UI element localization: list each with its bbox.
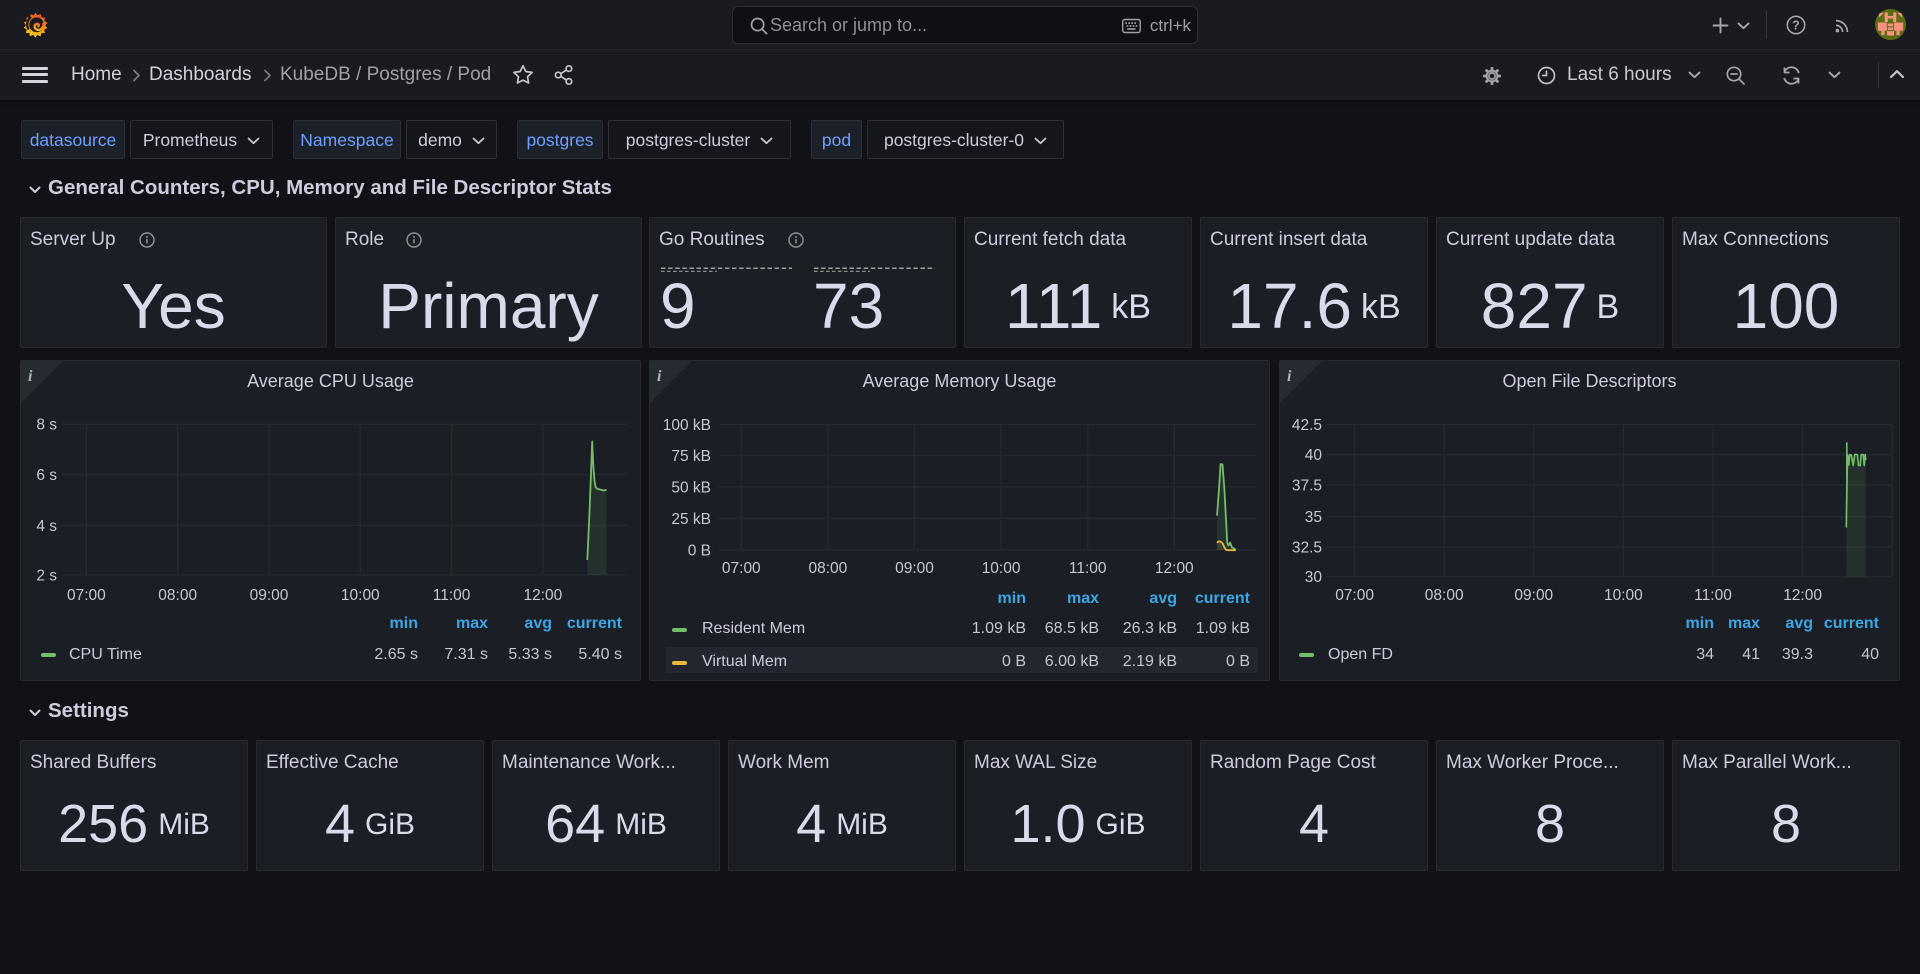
svg-text:100 kB: 100 kB	[663, 417, 711, 434]
svg-text:12:00: 12:00	[1783, 587, 1822, 604]
svg-text:09:00: 09:00	[250, 587, 289, 604]
svg-text:32.5: 32.5	[1292, 540, 1322, 557]
svg-text:40: 40	[1305, 447, 1323, 464]
svg-text:08:00: 08:00	[809, 560, 848, 577]
svg-text:75 kB: 75 kB	[671, 448, 711, 465]
svg-text:35: 35	[1305, 509, 1322, 526]
svg-text:11:00: 11:00	[1694, 587, 1732, 604]
svg-text:07:00: 07:00	[67, 587, 106, 604]
svg-text:10:00: 10:00	[341, 587, 380, 604]
svg-text:8 s: 8 s	[36, 417, 57, 434]
svg-text:07:00: 07:00	[722, 560, 761, 577]
svg-text:2 s: 2 s	[36, 567, 57, 584]
svg-text:12:00: 12:00	[524, 587, 563, 604]
svg-text:4 s: 4 s	[36, 518, 57, 535]
svg-text:11:00: 11:00	[1069, 560, 1107, 577]
svg-text:10:00: 10:00	[982, 560, 1021, 577]
svg-text:11:00: 11:00	[433, 587, 471, 604]
svg-text:08:00: 08:00	[1425, 587, 1464, 604]
svg-text:09:00: 09:00	[895, 560, 934, 577]
svg-text:?: ?	[1792, 18, 1800, 32]
svg-text:07:00: 07:00	[1335, 587, 1374, 604]
svg-text:50 kB: 50 kB	[671, 479, 711, 496]
svg-text:10:00: 10:00	[1604, 587, 1643, 604]
svg-text:0 B: 0 B	[688, 542, 711, 559]
svg-text:42.5: 42.5	[1292, 417, 1322, 434]
svg-text:37.5: 37.5	[1292, 478, 1322, 495]
svg-text:09:00: 09:00	[1514, 587, 1553, 604]
svg-text:30: 30	[1305, 569, 1323, 586]
svg-text:6 s: 6 s	[36, 467, 57, 484]
svg-text:12:00: 12:00	[1155, 560, 1194, 577]
svg-text:25 kB: 25 kB	[671, 511, 711, 528]
svg-text:08:00: 08:00	[158, 587, 197, 604]
